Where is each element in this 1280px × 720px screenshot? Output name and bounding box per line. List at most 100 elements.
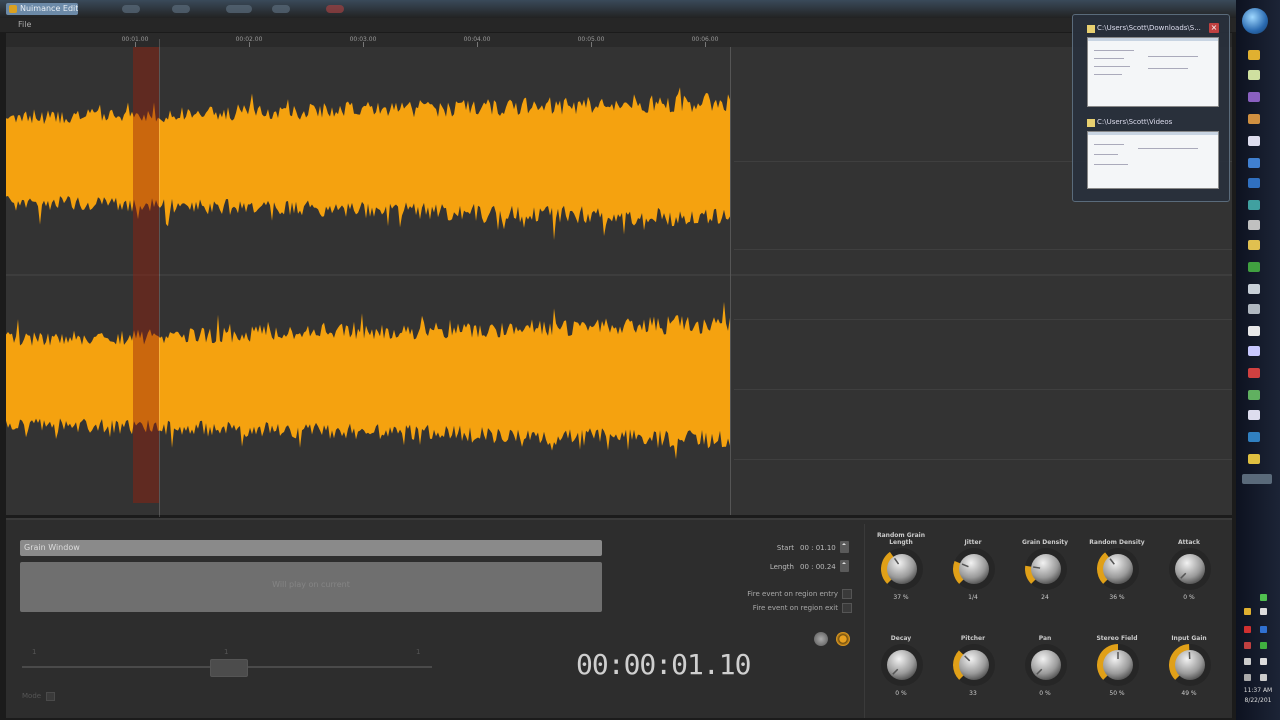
knob-control[interactable]: Pan 0 % — [1013, 620, 1077, 700]
taskbar-blob — [272, 5, 290, 13]
knob-control[interactable]: Random Density 36 % — [1085, 524, 1149, 604]
menu-file[interactable]: File — [18, 20, 31, 29]
power-icon[interactable] — [1244, 674, 1251, 681]
knob-label: Pan — [1038, 635, 1052, 642]
app-icon[interactable] — [1248, 368, 1260, 378]
knob-dial[interactable] — [1167, 546, 1213, 592]
app-icon[interactable] — [1248, 92, 1260, 102]
knob-control[interactable]: Pitcher 33 — [941, 620, 1005, 700]
knob-control[interactable]: Attack 0 % — [1157, 524, 1221, 604]
stop-button[interactable] — [814, 632, 828, 646]
waveform-left-channel — [6, 87, 730, 241]
grid-line — [734, 459, 1232, 460]
region-selection[interactable] — [133, 47, 159, 503]
knob-control[interactable]: Decay 0 % — [869, 620, 933, 700]
app-icon[interactable] — [1248, 220, 1260, 230]
tray-icon[interactable] — [1244, 608, 1251, 615]
start-value[interactable]: 00 : 01.10 — [800, 544, 836, 552]
app-icon — [9, 5, 17, 13]
knob-dial[interactable] — [879, 546, 925, 592]
app-icon[interactable] — [1248, 136, 1260, 146]
app-icon[interactable] — [1248, 158, 1260, 168]
exit-event-checkbox[interactable] — [842, 603, 852, 613]
app-icon[interactable] — [1248, 262, 1260, 272]
slider-mark: 1 — [32, 648, 37, 656]
grain-window-display: Will play on current — [20, 562, 602, 612]
volume-icon[interactable] — [1260, 674, 1267, 681]
start-button[interactable] — [1242, 8, 1268, 34]
tray-icon[interactable] — [1260, 626, 1267, 633]
search-icon[interactable] — [1248, 304, 1260, 314]
close-icon[interactable]: × — [1209, 23, 1219, 33]
waveform-area[interactable]: 00:01.00 00:02.00 00:03.00 00:04.00 00:05.00… — [6, 33, 1232, 517]
windows-taskbar: 11:37 AM 8/22/201 — [1236, 0, 1280, 720]
flag-icon[interactable] — [1260, 658, 1267, 665]
app-icon[interactable] — [1248, 432, 1260, 442]
tray-clock[interactable]: 11:37 AM 8/22/201 — [1238, 686, 1278, 706]
thumbnail-preview[interactable] — [1087, 37, 1219, 107]
knob-control[interactable]: Random Grain Length 37 % — [869, 524, 933, 604]
knob-value: 50 % — [1109, 690, 1125, 697]
knob-dial[interactable] — [879, 642, 925, 688]
record-button[interactable] — [836, 632, 850, 646]
grain-control-panel: Grain Window Will play on current 1 1 1 … — [6, 518, 1232, 718]
knob-value: 0 % — [895, 690, 907, 697]
window-title-tab[interactable]: Nuimance Editor — [6, 3, 78, 15]
knob-label: Stereo Field — [1096, 635, 1138, 642]
app-icon[interactable] — [1248, 178, 1260, 188]
tray-icon[interactable] — [1244, 642, 1251, 649]
playhead-cursor[interactable] — [159, 39, 160, 517]
entry-event-checkbox[interactable] — [842, 589, 852, 599]
tray-icon[interactable] — [1260, 594, 1267, 601]
knob-dial[interactable] — [951, 546, 997, 592]
tray-icon[interactable] — [1244, 626, 1251, 633]
time-ruler[interactable]: 00:01.00 00:02.00 00:03.00 00:04.00 00:05.00… — [6, 33, 1232, 47]
thumbnail-title[interactable]: C:\Users\Scott\Downloads\S... — [1097, 24, 1209, 32]
grain-slider-thumb[interactable] — [210, 659, 248, 677]
knob-dial[interactable] — [1023, 546, 1069, 592]
knob-label: Attack — [1178, 539, 1200, 546]
app-icon[interactable] — [1248, 50, 1260, 60]
app-icon[interactable] — [1248, 200, 1260, 210]
knob-dial[interactable] — [1023, 642, 1069, 688]
grid-line — [734, 389, 1232, 390]
app-icon[interactable] — [1248, 346, 1260, 356]
exit-event-label: Fire event on region exit — [752, 604, 838, 612]
thumbnail-preview[interactable] — [1087, 131, 1219, 189]
knob-control[interactable]: Jitter 1/4 — [941, 524, 1005, 604]
knob-dial[interactable] — [1095, 642, 1141, 688]
app-icon[interactable] — [1248, 114, 1260, 124]
tray-icon[interactable] — [1260, 608, 1267, 615]
app-icon[interactable] — [1248, 70, 1260, 80]
network-icon[interactable] — [1244, 658, 1251, 665]
app-icon[interactable] — [1242, 474, 1272, 484]
start-spinner[interactable] — [840, 541, 849, 553]
knob-label: Input Gain — [1171, 635, 1207, 642]
knob-label: Jitter — [964, 539, 982, 546]
knob-dial[interactable] — [1167, 642, 1213, 688]
app-icon[interactable] — [1248, 284, 1260, 294]
folder-icon — [1087, 25, 1095, 33]
tray-icon[interactable] — [1260, 642, 1267, 649]
length-spinner[interactable] — [840, 560, 849, 572]
app-icon[interactable] — [1248, 410, 1260, 420]
length-value[interactable]: 00 : 00.24 — [800, 563, 836, 571]
knob-label: Random Density — [1089, 539, 1145, 546]
app-icon[interactable] — [1248, 454, 1260, 464]
knob-value: 37 % — [893, 594, 909, 601]
app-icon[interactable] — [1248, 240, 1260, 250]
knob-dial[interactable] — [1095, 546, 1141, 592]
thumbnail-title[interactable]: C:\Users\Scott\Videos — [1097, 118, 1209, 126]
mode-checkbox[interactable] — [46, 692, 55, 701]
grain-window-header: Grain Window — [20, 540, 602, 556]
knob-control[interactable]: Grain Density 24 — [1013, 524, 1077, 604]
knob-control[interactable]: Input Gain 49 % — [1157, 620, 1221, 700]
app-icon[interactable] — [1248, 390, 1260, 400]
knob-label: Grain Density — [1021, 539, 1069, 546]
clock-time: 11:37 AM — [1243, 687, 1273, 694]
app-icon[interactable] — [1248, 326, 1260, 336]
window-title: Nuimance Editor — [20, 4, 78, 13]
knob-dial[interactable] — [951, 642, 997, 688]
knob-control[interactable]: Stereo Field 50 % — [1085, 620, 1149, 700]
knob-label: Decay — [890, 635, 912, 642]
